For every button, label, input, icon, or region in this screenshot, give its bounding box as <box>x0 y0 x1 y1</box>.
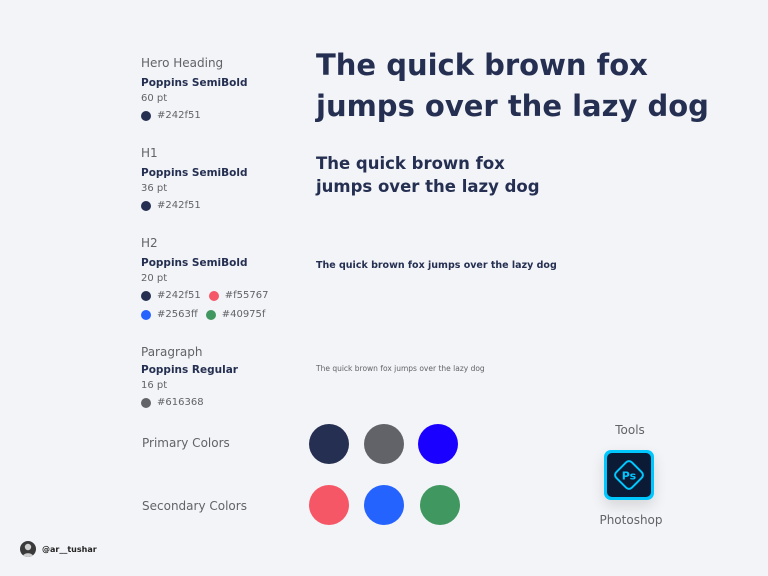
spec-label: H1 <box>141 146 158 160</box>
hero-sample: The quick brown fox jumps over the lazy … <box>316 45 709 127</box>
spec-h2: H2 Poppins SemiBold 20 pt #242f51 #f5576… <box>141 236 276 320</box>
spec-h1: H1 Poppins SemiBold 36 pt #242f51 <box>141 146 247 211</box>
spec-size: 16 pt <box>141 380 168 391</box>
spec-label: Hero Heading <box>141 56 224 70</box>
spec-size: 36 pt <box>141 183 168 194</box>
color-hex: #242f51 <box>157 290 201 301</box>
color-dot <box>205 309 216 320</box>
primary-color-swatch <box>364 424 404 464</box>
primary-colors-label: Primary Colors <box>142 436 230 450</box>
color-dot <box>141 290 151 301</box>
primary-color-swatch <box>309 424 349 464</box>
spec-colors: #242f51 #f55767 <box>141 290 276 301</box>
spec-colors: #616368 <box>141 397 238 408</box>
author-credit: @ar__tushar <box>20 541 97 557</box>
spec-font: Poppins SemiBold <box>141 257 248 269</box>
color-hex: #2563ff <box>157 309 198 320</box>
spec-label: Paragraph <box>141 345 203 359</box>
spec-font: Poppins SemiBold <box>141 167 248 179</box>
spec-font: Poppins Regular <box>141 364 238 376</box>
h1-sample-line: The quick brown fox <box>316 154 505 173</box>
spec-colors: #242f51 <box>141 200 247 211</box>
color-dot <box>208 290 219 301</box>
secondary-colors-label: Secondary Colors <box>142 499 247 513</box>
color-dot <box>141 110 151 121</box>
spec-size: 20 pt <box>141 273 168 284</box>
spec-colors: #242f51 <box>141 110 247 121</box>
spec-paragraph: Paragraph Poppins Regular 16 pt #616368 <box>141 345 238 408</box>
spec-hero: Hero Heading Poppins SemiBold 60 pt #242… <box>141 56 247 121</box>
photoshop-icon-text: Ps <box>622 470 637 483</box>
secondary-color-swatch <box>420 485 460 525</box>
color-dot <box>141 200 151 211</box>
color-hex: #242f51 <box>157 200 201 211</box>
hero-sample-line: The quick brown fox <box>316 48 648 82</box>
photoshop-icon: Ps <box>604 450 654 500</box>
color-hex: #40975f <box>221 309 266 320</box>
spec-size: 60 pt <box>141 93 168 104</box>
h1-sample: The quick brown fox jumps over the lazy … <box>316 152 540 198</box>
spec-colors: #2563ff #40975f <box>141 309 276 320</box>
author-handle: @ar__tushar <box>42 544 97 554</box>
secondary-color-swatch <box>364 485 404 525</box>
photoshop-glyph-icon: Ps <box>614 460 644 490</box>
spec-font: Poppins SemiBold <box>141 77 248 89</box>
color-hex: #f55767 <box>224 290 269 301</box>
h2-sample: The quick brown fox jumps over the lazy … <box>316 260 557 271</box>
avatar-icon <box>22 543 34 557</box>
secondary-color-swatch <box>309 485 349 525</box>
hero-sample-line: jumps over the lazy dog <box>316 89 709 123</box>
color-dot <box>141 397 151 408</box>
color-hex: #242f51 <box>157 110 201 121</box>
tools-label: Tools <box>615 423 645 437</box>
paragraph-sample: The quick brown fox jumps over the lazy … <box>316 364 485 373</box>
primary-color-swatch <box>418 424 458 464</box>
color-dot <box>141 309 151 320</box>
avatar <box>20 541 36 557</box>
color-hex: #616368 <box>157 397 204 408</box>
spec-label: H2 <box>141 236 158 250</box>
h1-sample-line: jumps over the lazy dog <box>316 177 540 196</box>
photoshop-label: Photoshop <box>599 513 663 527</box>
